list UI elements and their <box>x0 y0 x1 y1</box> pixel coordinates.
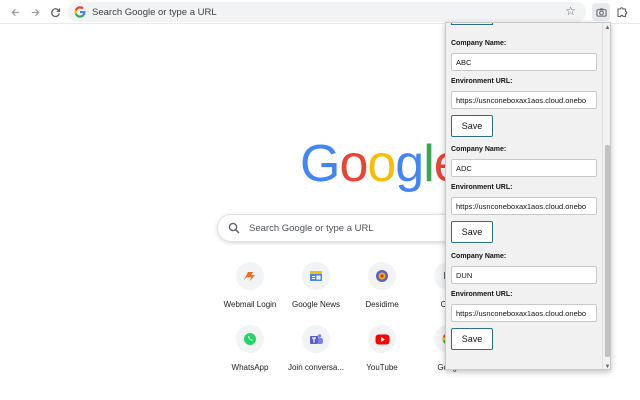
shortcut-label: WhatsApp <box>231 363 269 372</box>
logo-letter: o <box>367 135 396 193</box>
bookmark-star-icon[interactable]: ☆ <box>565 4 576 18</box>
extension-button-active[interactable] <box>592 3 610 21</box>
environment-url-input[interactable] <box>451 91 597 109</box>
shortcut-desidime[interactable]: Desidime <box>349 262 415 318</box>
logo-letter: G <box>300 135 340 193</box>
teams-icon <box>309 333 323 344</box>
environment-url-label: Environment URL: <box>451 184 513 191</box>
google-logo: Google <box>300 135 463 193</box>
webmail-logo-icon <box>243 272 255 281</box>
extension-camera-icon <box>595 7 607 17</box>
company-name-label: Company Name: <box>451 146 507 153</box>
save-button[interactable]: Save <box>451 328 493 350</box>
scroll-up-arrow-icon[interactable]: ▲ <box>603 23 610 32</box>
logo-letter: l <box>423 135 435 193</box>
shortcut-google-news[interactable]: Google News <box>283 262 349 318</box>
back-button[interactable] <box>6 3 24 21</box>
shortcut-tile <box>236 325 264 353</box>
google-g-icon <box>74 6 86 18</box>
save-button[interactable]: Save <box>451 115 493 137</box>
shortcut-join-conversation[interactable]: Join conversa... <box>283 325 349 381</box>
extension-popup: Company Name: Environment URL: Save Comp… <box>445 22 611 370</box>
shortcut-label: Google News <box>291 300 341 309</box>
shortcut-tile <box>368 262 396 290</box>
arrow-right-icon <box>31 8 40 16</box>
reload-button[interactable] <box>46 3 64 21</box>
company-name-label: Company Name: <box>451 40 507 47</box>
company-entry: Company Name: Environment URL: Save <box>451 39 599 137</box>
shortcut-tile <box>302 325 330 353</box>
shortcut-tile <box>302 262 330 290</box>
whatsapp-icon <box>244 333 256 345</box>
address-bar[interactable]: ☆ <box>68 2 586 22</box>
extensions-button[interactable] <box>613 3 631 21</box>
shortcut-label: Webmail Login <box>223 300 277 309</box>
address-input[interactable] <box>92 6 512 18</box>
popup-scrollbar[interactable]: ▲ ▼ <box>602 23 610 370</box>
arrow-left-icon <box>10 8 19 16</box>
forward-button[interactable] <box>26 3 44 21</box>
scrollbar-thumb[interactable] <box>605 145 610 357</box>
shortcut-label: Desidime <box>365 300 399 309</box>
browser-toolbar: ☆ <box>0 0 640 24</box>
reload-icon <box>50 7 60 17</box>
company-name-input[interactable] <box>451 266 597 284</box>
shortcut-webmail-login[interactable]: Webmail Login <box>217 262 283 318</box>
shortcut-tile <box>236 262 264 290</box>
environment-url-label: Environment URL: <box>451 291 513 298</box>
shortcut-tile <box>368 325 396 353</box>
youtube-icon <box>375 334 389 344</box>
desidime-icon <box>376 270 388 282</box>
shortcut-label: YouTube <box>366 363 398 372</box>
puzzle-piece-icon <box>617 7 628 18</box>
search-icon <box>228 222 240 234</box>
company-entry: Company Name: Environment URL: Save <box>451 252 599 350</box>
company-name-input[interactable] <box>451 53 597 71</box>
environment-url-input[interactable] <box>451 304 597 322</box>
company-name-label: Company Name: <box>451 253 507 260</box>
shortcut-label: Join conversa... <box>287 363 345 372</box>
company-name-input[interactable] <box>451 159 597 177</box>
save-button-partial[interactable] <box>451 23 493 25</box>
company-entry: Company Name: Environment URL: Save <box>451 145 599 243</box>
scroll-down-arrow-icon[interactable]: ▼ <box>603 362 610 370</box>
environment-url-label: Environment URL: <box>451 78 513 85</box>
logo-letter: o <box>339 135 368 193</box>
shortcut-youtube[interactable]: YouTube <box>349 325 415 381</box>
shortcut-whatsapp[interactable]: WhatsApp <box>217 325 283 381</box>
logo-letter: g <box>395 135 424 193</box>
environment-url-input[interactable] <box>451 197 597 215</box>
google-news-icon <box>310 271 322 281</box>
save-button[interactable]: Save <box>451 221 493 243</box>
